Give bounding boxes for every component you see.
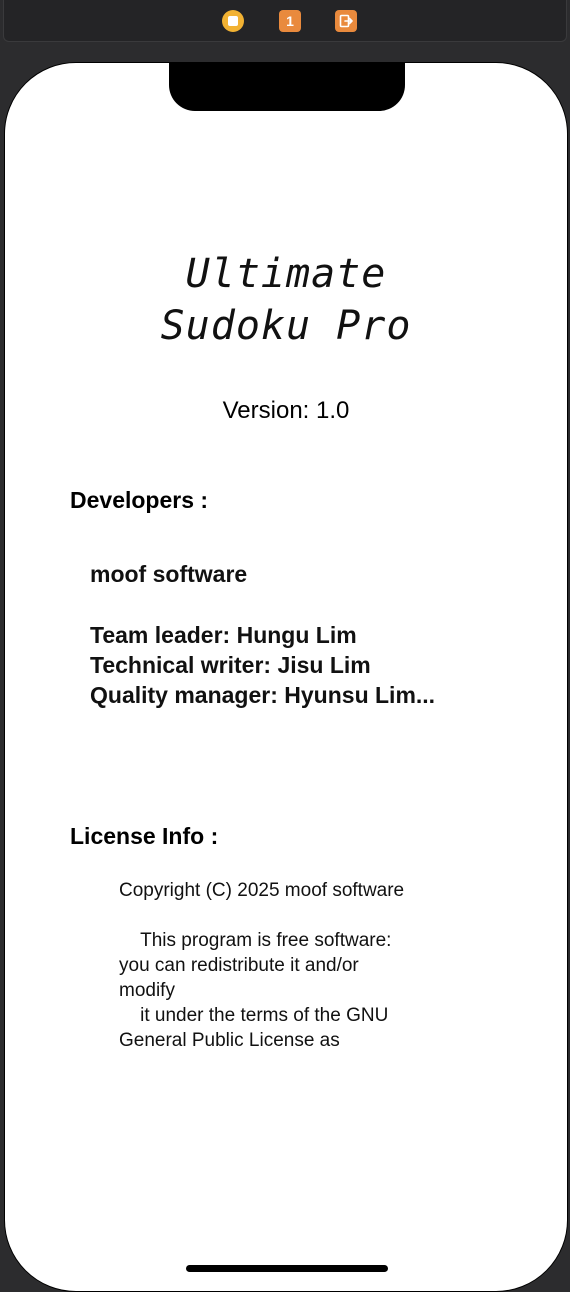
version-label: Version: 1.0 [222,397,350,424]
team-leader: Team leader: Hungu Lim [90,622,357,648]
about-screen: Ultimate Sudoku Pro Version: 1.0 Develop… [5,63,567,1291]
exit-icon[interactable] [335,10,357,32]
developers-list: moof software Team leader: Hungu Lim Tec… [90,559,435,710]
badge-count[interactable]: 1 [279,10,301,32]
company-name: moof software [90,561,248,587]
exit-glyph [339,14,353,28]
stop-icon[interactable] [222,10,244,32]
technical-writer: Technical writer: Jisu Lim [90,652,371,678]
quality-manager: Quality manager: Hyunsu Lim... [90,682,436,708]
app-title-line2: Sudoku Pro [160,303,412,349]
app-title: Ultimate Sudoku Pro [5,248,567,352]
license-text: Copyright (C) 2025 moof software This pr… [119,880,405,1051]
license-heading: License Info : [70,823,219,849]
app-title-line1: Ultimate [185,251,387,297]
stop-square [228,16,238,26]
phone-frame: Ultimate Sudoku Pro Version: 1.0 Develop… [4,62,568,1292]
simulator-toolbar: 1 [3,0,567,42]
home-indicator[interactable] [186,1265,388,1272]
developers-heading: Developers : [70,487,209,513]
